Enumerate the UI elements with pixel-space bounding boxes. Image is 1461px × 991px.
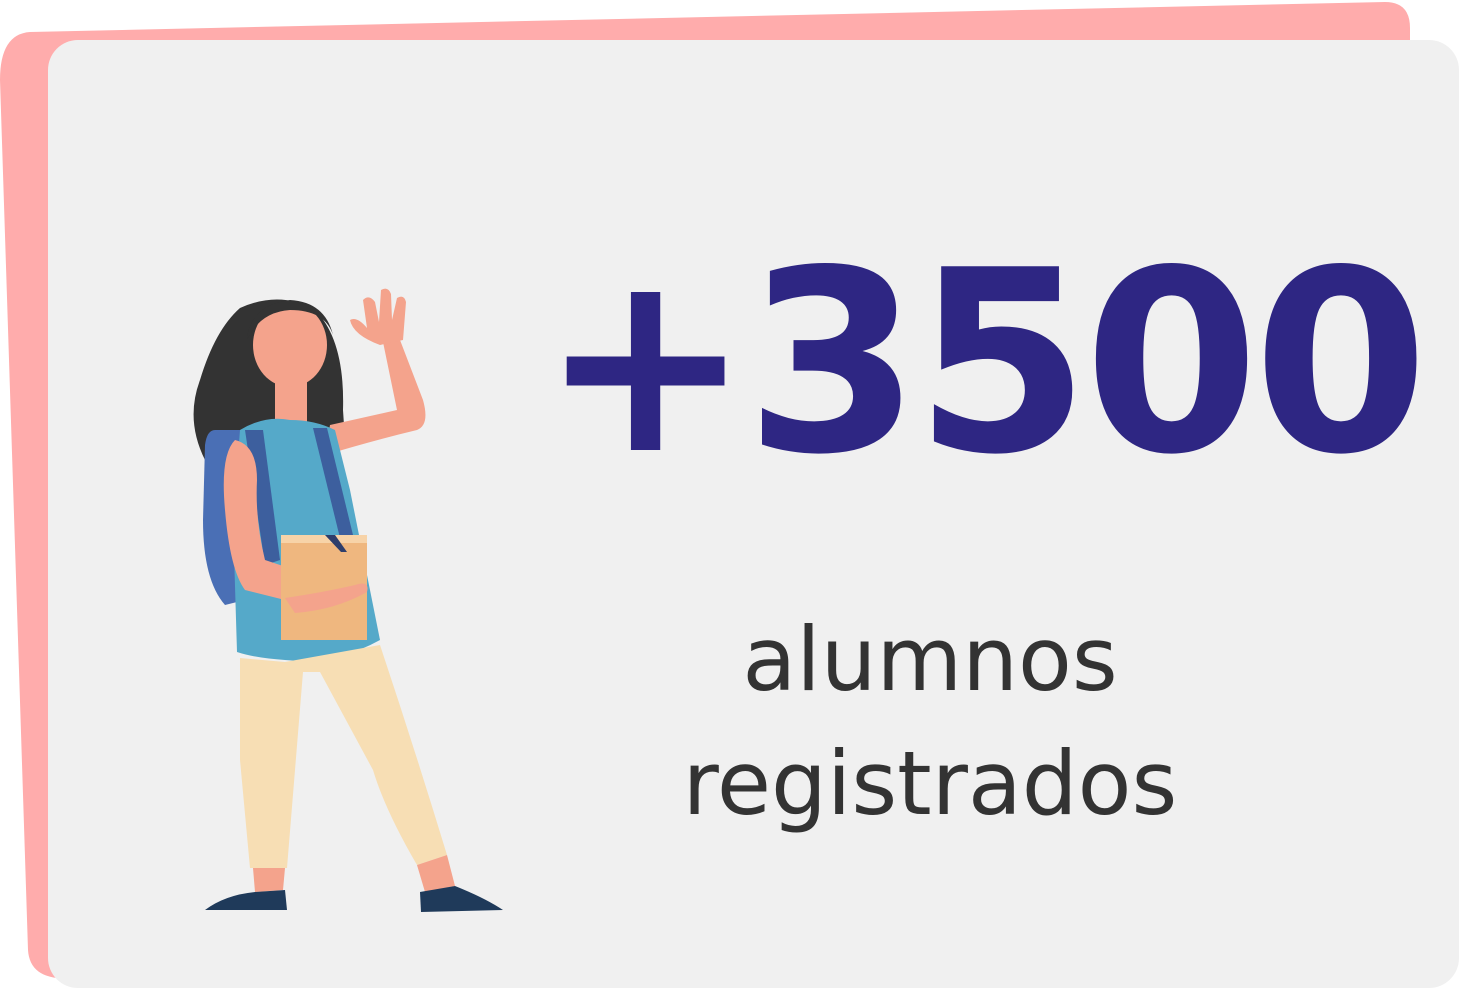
- student-waving-illustration: [193, 288, 503, 912]
- stat-caption-line-2: registrados: [682, 732, 1178, 835]
- stat-caption: alumnos registrados: [620, 598, 1240, 846]
- stat-value: +3500: [540, 217, 1429, 510]
- stat-caption-line-1: alumnos: [742, 608, 1118, 711]
- stat-card: +3500 alumnos registrados: [0, 0, 1461, 991]
